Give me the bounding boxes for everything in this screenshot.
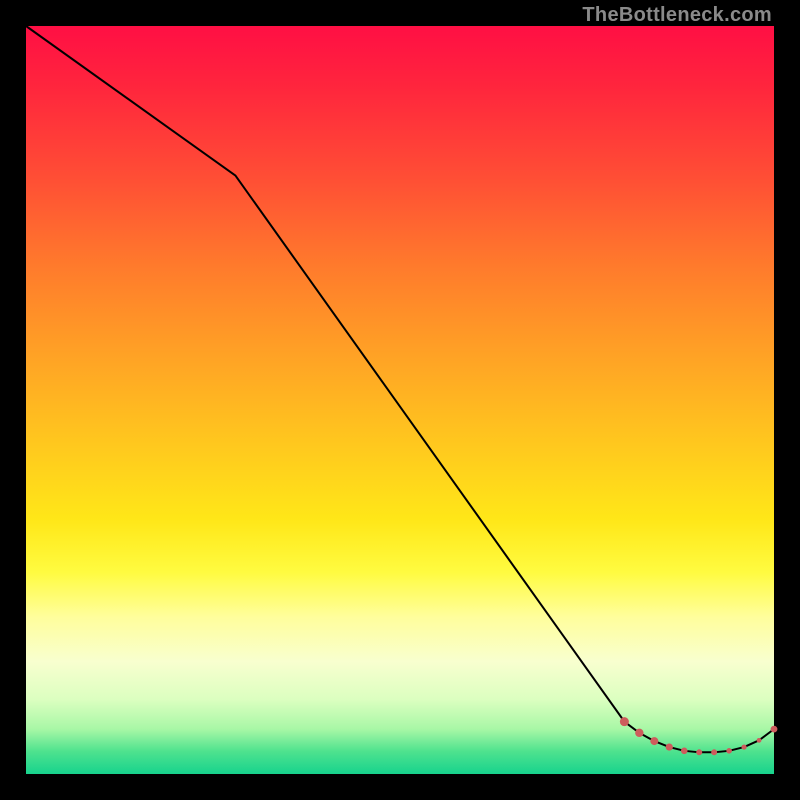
chart-stage: TheBottleneck.com: [0, 0, 800, 800]
watermark-label: TheBottleneck.com: [582, 4, 772, 27]
plot-area: [26, 26, 774, 774]
